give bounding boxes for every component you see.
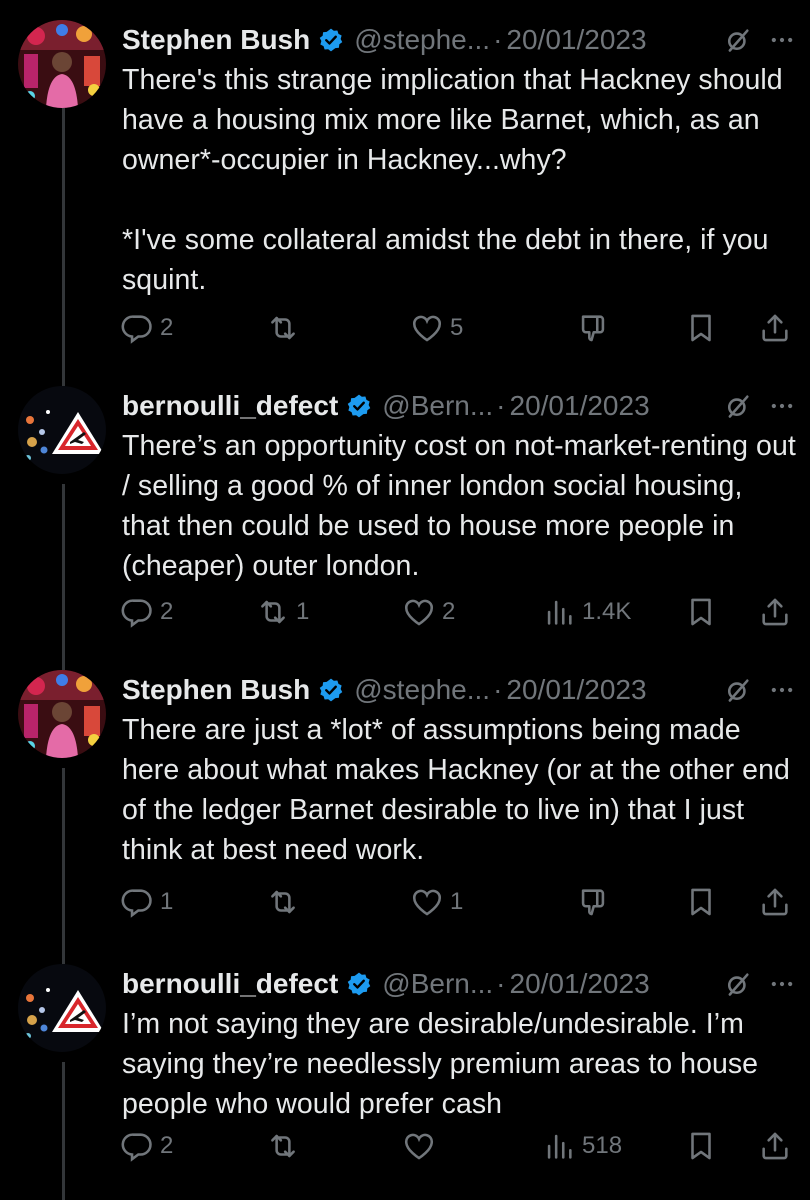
- avatar[interactable]: [18, 670, 106, 758]
- thread-line: [62, 768, 65, 964]
- like-icon: [402, 595, 436, 629]
- like-count: 2: [442, 598, 456, 625]
- repost-button[interactable]: [266, 306, 306, 350]
- author-name[interactable]: Stephen Bush: [122, 674, 310, 706]
- reply-button[interactable]: 2: [120, 306, 173, 350]
- author-handle[interactable]: @Bern...: [382, 390, 493, 422]
- reply-count: 2: [160, 1132, 174, 1159]
- views-icon: [542, 1129, 576, 1163]
- views-button[interactable]: 518: [542, 1124, 622, 1168]
- repost-button[interactable]: [266, 880, 306, 924]
- share-icon: [758, 595, 792, 629]
- reply-count: 2: [160, 314, 174, 341]
- author-handle[interactable]: @stephe...: [354, 674, 490, 706]
- thread-line: [62, 484, 65, 670]
- like-count: 5: [450, 314, 464, 341]
- repost-icon: [266, 885, 300, 919]
- like-icon: [402, 1129, 436, 1163]
- like-button[interactable]: [402, 1124, 442, 1168]
- verified-icon: [346, 393, 372, 419]
- repost-button[interactable]: [266, 1124, 306, 1168]
- bookmark-icon: [684, 311, 718, 345]
- like-button[interactable]: 5: [410, 306, 463, 350]
- author-name[interactable]: bernoulli_defect: [122, 968, 338, 1000]
- reply-icon: [120, 885, 154, 919]
- downvote-icon: [576, 311, 610, 345]
- more-icon[interactable]: [768, 676, 796, 704]
- share-icon: [758, 311, 792, 345]
- like-count: 1: [450, 888, 464, 915]
- grok-icon[interactable]: [724, 676, 752, 704]
- author-handle[interactable]: @Bern...: [382, 968, 493, 1000]
- bookmark-button[interactable]: [684, 306, 718, 350]
- author-handle[interactable]: @stephe...: [354, 24, 490, 56]
- bookmark-icon: [684, 595, 718, 629]
- bookmark-button[interactable]: [684, 1124, 718, 1168]
- more-icon[interactable]: [768, 392, 796, 420]
- like-icon: [410, 311, 444, 345]
- like-icon: [410, 885, 444, 919]
- reply-button[interactable]: 2: [120, 1124, 173, 1168]
- reply-count: 1: [160, 888, 174, 915]
- author-name[interactable]: Stephen Bush: [122, 24, 310, 56]
- reply-icon: [120, 595, 154, 629]
- share-icon: [758, 885, 792, 919]
- separator-dot: ·: [496, 968, 506, 999]
- avatar[interactable]: [18, 964, 106, 1052]
- views-icon: [542, 595, 576, 629]
- downvote-button[interactable]: [576, 306, 610, 350]
- repost-icon: [266, 1129, 300, 1163]
- tweet-text: There's this strange implication that Ha…: [122, 64, 783, 296]
- repost-button[interactable]: 1: [256, 590, 309, 634]
- like-button[interactable]: 1: [410, 880, 463, 924]
- verified-icon: [318, 27, 344, 53]
- tweet-text: There’s an opportunity cost on not-marke…: [122, 430, 804, 582]
- views-button[interactable]: 1.4K: [542, 590, 631, 634]
- downvote-button[interactable]: [576, 880, 610, 924]
- repost-count: 1: [296, 598, 310, 625]
- share-button[interactable]: [758, 590, 792, 634]
- repost-icon: [256, 595, 290, 629]
- bookmark-icon: [684, 1129, 718, 1163]
- grok-icon[interactable]: [724, 26, 752, 54]
- tweet-text: There are just a *lot* of assumptions be…: [122, 714, 798, 866]
- more-icon[interactable]: [768, 970, 796, 998]
- avatar[interactable]: [18, 386, 106, 474]
- tweet-text: I’m not saying they are desirable/undesi…: [122, 1008, 767, 1120]
- avatar[interactable]: [18, 20, 106, 108]
- reply-icon: [120, 1129, 154, 1163]
- views-count: 518: [582, 1132, 623, 1159]
- author-name[interactable]: bernoulli_defect: [122, 390, 338, 422]
- repost-icon: [266, 311, 300, 345]
- tweet-date[interactable]: 20/01/2023: [510, 390, 650, 422]
- reply-count: 2: [160, 598, 174, 625]
- verified-icon: [318, 677, 344, 703]
- like-button[interactable]: 2: [402, 590, 455, 634]
- tweet-date[interactable]: 20/01/2023: [510, 968, 650, 1000]
- views-count: 1.4K: [582, 598, 632, 625]
- bookmark-icon: [684, 885, 718, 919]
- more-icon[interactable]: [768, 26, 796, 54]
- reply-button[interactable]: 1: [120, 880, 173, 924]
- reply-icon: [120, 311, 154, 345]
- verified-icon: [346, 971, 372, 997]
- share-button[interactable]: [758, 306, 792, 350]
- separator-dot: ·: [496, 390, 506, 421]
- share-button[interactable]: [758, 880, 792, 924]
- tweet-date[interactable]: 20/01/2023: [506, 24, 646, 56]
- share-icon: [758, 1129, 792, 1163]
- reply-button[interactable]: 2: [120, 590, 173, 634]
- bookmark-button[interactable]: [684, 590, 718, 634]
- separator-dot: ·: [493, 24, 503, 55]
- downvote-icon: [576, 885, 610, 919]
- separator-dot: ·: [493, 674, 503, 705]
- grok-icon[interactable]: [724, 970, 752, 998]
- bookmark-button[interactable]: [684, 880, 718, 924]
- share-button[interactable]: [758, 1124, 792, 1168]
- grok-icon[interactable]: [724, 392, 752, 420]
- tweet-date[interactable]: 20/01/2023: [506, 674, 646, 706]
